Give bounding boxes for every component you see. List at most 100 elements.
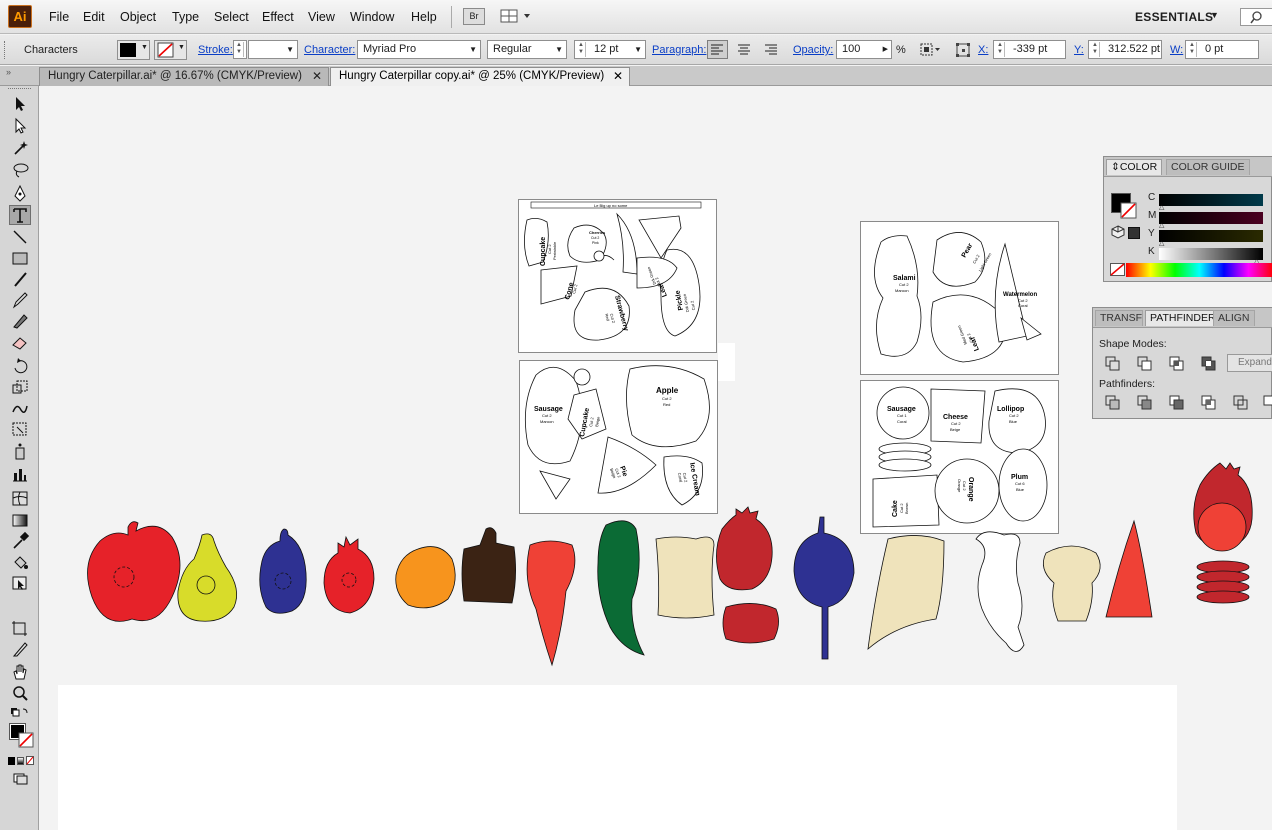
scale-tool-button[interactable] [9,377,31,397]
opacity-link[interactable]: Opacity: [793,44,833,56]
yellow-slider[interactable] [1159,230,1263,242]
none-color-icon[interactable] [1110,263,1126,277]
stroke-swatch-dropdown[interactable]: ▼ [154,40,187,60]
live-paint-selection-tool-button[interactable] [9,573,31,593]
mesh-tool-button[interactable] [9,488,31,508]
close-icon[interactable]: ✕ [613,68,623,85]
slice-tool-button[interactable] [9,639,31,659]
symbol-sprayer-tool-button[interactable] [9,442,31,462]
menu-type[interactable]: Type [172,10,199,24]
align-center-button[interactable] [734,40,755,59]
width-input[interactable]: ▲ ▼ 0 pt [1185,40,1259,59]
minus-front-button[interactable] [1135,354,1153,371]
default-colors-button[interactable] [9,706,31,720]
screen-mode-button[interactable] [9,772,31,786]
type-tool-button[interactable] [9,205,31,225]
y-position-label[interactable]: Y: [1074,44,1084,56]
menu-effect[interactable]: Effect [262,10,294,24]
outline-button[interactable] [1231,393,1249,410]
document-canvas[interactable]: Le Big up no some Cupcake Cut 2 Periwink… [40,87,1272,830]
black-slider[interactable] [1159,248,1263,260]
out-of-gamut-icon[interactable] [1111,225,1125,239]
color-spectrum-bar[interactable] [1126,263,1272,277]
crop-button[interactable] [1199,393,1217,410]
stroke-none-swatch-icon[interactable] [18,732,34,748]
column-graph-tool-button[interactable] [9,464,31,484]
tab-hungry-caterpillar[interactable]: Hungry Caterpillar.ai* @ 16.67% (CMYK/Pr… [39,67,329,86]
x-position-label[interactable]: X: [978,44,988,56]
pear-shape[interactable] [177,533,238,622]
salami-stack-shape[interactable] [1193,462,1253,604]
orange-shape[interactable] [395,546,456,609]
gradient-mode-icon[interactable] [17,757,24,765]
salami-shape[interactable] [716,506,779,644]
stroke-none-swatch-icon[interactable] [1120,202,1138,220]
recolor-artwork-button[interactable] [917,40,943,59]
apple-shape[interactable] [87,521,181,622]
menu-help[interactable]: Help [411,10,437,24]
cupcake-shape[interactable] [1042,545,1101,622]
exclude-button[interactable] [1199,354,1217,371]
pencil-tool-button[interactable] [9,290,31,310]
lollipop-shape[interactable] [793,516,855,660]
plum-shape[interactable] [259,528,307,614]
opacity-input[interactable]: 100 ▶ [836,40,892,59]
tab-hungry-caterpillar-copy[interactable]: Hungry Caterpillar copy.ai* @ 25% (CMYK/… [330,67,630,86]
tab-color-guide[interactable]: COLOR GUIDE [1166,159,1250,175]
align-left-button[interactable] [707,40,728,59]
collapse-panels-icon[interactable]: » [6,67,11,77]
zoom-tool-button[interactable] [9,683,31,703]
intersect-button[interactable] [1167,354,1185,371]
magenta-slider[interactable] [1159,212,1263,224]
sausage-shape[interactable] [975,531,1025,652]
expand-button[interactable]: Expand [1227,354,1272,372]
none-mode-icon[interactable] [26,756,34,766]
stroke-weight-stepper[interactable]: ▲ ▼ [233,40,247,59]
workspace-switcher[interactable]: ESSENTIALS [1135,10,1213,24]
tab-pathfinder[interactable]: PATHFINDER [1145,310,1221,326]
width-label[interactable]: W: [1170,44,1183,56]
pen-tool-button[interactable] [9,184,31,204]
font-size-input[interactable]: ▲ ▼ 12 pt ▼ [574,40,646,59]
font-style-select[interactable]: Regular ▼ [487,40,567,59]
stroke-weight-input[interactable]: ▼ [248,40,298,59]
menu-edit[interactable]: Edit [83,10,105,24]
unite-button[interactable] [1103,354,1121,371]
paragraph-panel-link[interactable]: Paragraph: [652,44,706,56]
tab-align[interactable]: ALIGN [1213,310,1255,326]
eyedropper-tool-button[interactable] [9,531,31,551]
y-position-input[interactable]: ▲ ▼ 312.522 pt [1088,40,1162,59]
reference-point-button[interactable] [953,40,974,59]
fill-swatch-dropdown[interactable]: ▼ [117,40,150,60]
watermelon-shape[interactable] [1105,519,1153,618]
width-stepper[interactable]: ▲ ▼ [1188,42,1197,57]
artboard-tool-button[interactable] [9,618,31,638]
slider-handle-icon[interactable]: △ [1159,203,1164,211]
warp-tool-button[interactable] [9,398,31,418]
rotate-tool-button[interactable] [9,356,31,376]
tab-color[interactable]: ⇕COLOR [1106,159,1163,175]
slider-handle-icon[interactable]: △ [1159,239,1164,247]
close-icon[interactable]: ✕ [312,68,322,85]
direct-selection-tool-button[interactable] [9,116,31,136]
font-family-select[interactable]: Myriad Pro ▼ [357,40,481,59]
cheese-shape[interactable] [655,536,715,619]
menu-window[interactable]: Window [350,10,394,24]
x-position-input[interactable]: ▲ ▼ -339 pt [993,40,1066,59]
bridge-button[interactable]: Br [463,8,485,25]
live-paint-bucket-tool-button[interactable] [9,552,31,572]
y-position-stepper[interactable]: ▲ ▼ [1091,42,1100,57]
merge-button[interactable] [1167,393,1185,410]
color-mode-icon[interactable] [8,757,15,765]
color-mode-buttons[interactable] [8,756,34,768]
pickle-shape[interactable] [597,520,645,656]
help-search-input[interactable] [1240,8,1272,26]
align-right-button[interactable] [761,40,782,59]
divide-button[interactable] [1103,393,1121,410]
paintbrush-tool-button[interactable] [9,269,31,289]
menu-view[interactable]: View [308,10,335,24]
cyan-slider[interactable] [1159,194,1263,206]
tab-transform[interactable]: TRANSFO [1095,310,1143,326]
arrange-documents-button[interactable] [500,8,534,25]
ice-cream-shape[interactable] [526,540,576,667]
